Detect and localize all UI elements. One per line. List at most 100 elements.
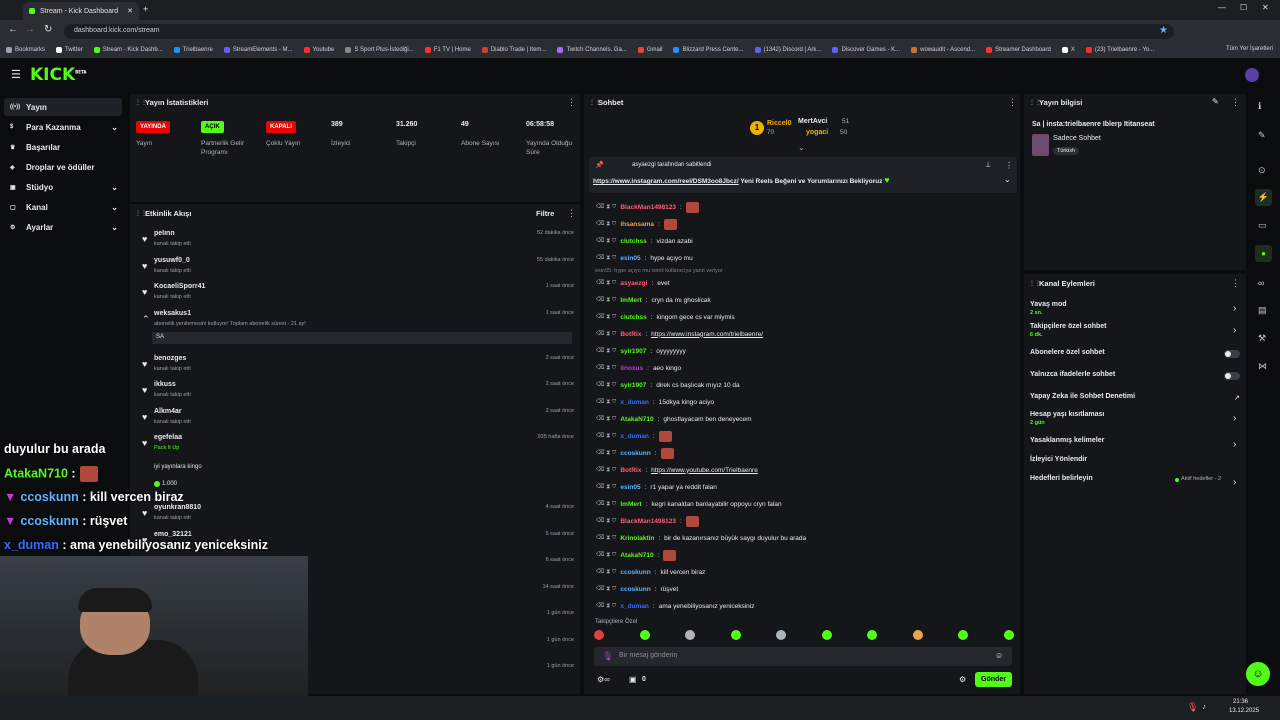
chat-username[interactable]: ImMert bbox=[620, 501, 641, 508]
mod-action-icon[interactable]: ⌫ ⧗ ⛉ bbox=[596, 347, 616, 355]
pinned-menu-icon[interactable]: ⋮ bbox=[1005, 161, 1013, 170]
chat-username[interactable]: ccoskunn bbox=[620, 586, 650, 593]
unpin-icon[interactable]: ⊥ bbox=[985, 161, 991, 169]
activity-username[interactable]: weksakus1 bbox=[154, 310, 191, 317]
emote-icon[interactable] bbox=[912, 630, 923, 640]
channel-action-label[interactable]: Yalnızca ifadelerle sohbet bbox=[1030, 371, 1115, 378]
chat-text[interactable]: https://www.instagram.com/trielbaenre/ bbox=[651, 331, 763, 338]
chat-bubble-icon[interactable]: ● bbox=[1255, 245, 1272, 262]
mic-tray-icon[interactable]: 🎙 bbox=[1187, 702, 1198, 713]
activity-username[interactable]: ikkuss bbox=[154, 381, 176, 388]
emote-icon[interactable] bbox=[958, 630, 969, 640]
activity-username[interactable]: egefelaa bbox=[154, 434, 182, 441]
bookmark-item[interactable]: F1 TV | Home bbox=[424, 47, 471, 53]
channel-action-label[interactable]: Yasaklanmış kelimeler bbox=[1030, 437, 1104, 444]
chat-username[interactable]: ilnoxus bbox=[620, 365, 643, 372]
toggle-switch[interactable] bbox=[1224, 372, 1240, 380]
activity-menu-icon[interactable]: ⋮ bbox=[567, 208, 576, 219]
bookmark-item[interactable]: Youtube bbox=[303, 47, 334, 53]
chat-username[interactable]: syir1907 bbox=[620, 382, 646, 389]
mod-action-icon[interactable]: ⌫ ⧗ ⛉ bbox=[596, 534, 616, 542]
bookmark-item[interactable]: Twitch Channels, Ga... bbox=[557, 47, 627, 53]
nodes-icon[interactable]: ⋈ bbox=[1258, 361, 1267, 372]
bookmark-item[interactable]: (1342) Discord | Ark... bbox=[754, 47, 821, 53]
bookmark-item[interactable]: StreamElements - M... bbox=[223, 47, 293, 53]
pinned-link[interactable]: https://www.instagram.com/reel/DSM3oo8Jb… bbox=[593, 178, 739, 185]
link-icon[interactable]: ∞ bbox=[1258, 278, 1264, 288]
bookmark-item[interactable]: Twitter bbox=[56, 47, 83, 53]
emoji-icon[interactable]: ☺ bbox=[995, 651, 1003, 660]
emote-icon[interactable] bbox=[867, 630, 878, 640]
bookmark-item[interactable]: Streamer Dashboard bbox=[986, 47, 1051, 53]
pinned-expand-icon[interactable]: ⌄ bbox=[1004, 175, 1011, 184]
activity-username[interactable]: pelinn bbox=[154, 230, 175, 237]
mod-tools-icon[interactable]: ⚙∞ bbox=[597, 675, 610, 684]
external-link-icon[interactable]: ↗ bbox=[1234, 394, 1240, 402]
menu-icon[interactable]: ☰ bbox=[11, 68, 21, 81]
mod-action-icon[interactable]: ⌫ ⧗ ⛉ bbox=[596, 483, 616, 491]
bookmark-item[interactable]: Discover Games - K... bbox=[832, 47, 900, 53]
bookmark-item[interactable]: Blizzard Press Cente... bbox=[673, 47, 744, 53]
emote-icon[interactable] bbox=[821, 630, 832, 640]
all-bookmarks[interactable]: Tüm Yer İşaretleri bbox=[1226, 46, 1273, 52]
sidebar-item-3[interactable]: ◈ Droplar ve ödüller bbox=[4, 158, 122, 176]
bookmark-item[interactable]: Diablo Trade | Item... bbox=[481, 47, 546, 53]
mod-action-icon[interactable]: ⌫ ⧗ ⛉ bbox=[596, 517, 616, 525]
mod-action-icon[interactable]: ⌫ ⧗ ⛉ bbox=[596, 279, 616, 287]
sidebar-item-1[interactable]: $ Para Kazanma ⌄ bbox=[4, 118, 122, 136]
chat-username[interactable]: esin05 bbox=[620, 255, 640, 262]
stats-menu-icon[interactable]: ⋮ bbox=[567, 97, 576, 108]
chevron-right-icon[interactable]: › bbox=[1233, 325, 1236, 336]
close-tab-icon[interactable]: ✕ bbox=[127, 7, 133, 15]
emote-icon[interactable] bbox=[639, 630, 650, 640]
forward-icon[interactable]: → bbox=[25, 24, 35, 35]
bookmark-item[interactable]: S Sport Plus-İstediği... bbox=[345, 47, 414, 53]
mod-action-icon[interactable]: ⌫ ⧗ ⛉ bbox=[596, 500, 616, 508]
bookmark-item[interactable]: X bbox=[1061, 47, 1075, 53]
mod-action-icon[interactable]: ⌫ ⧗ ⛉ bbox=[596, 237, 616, 245]
sidebar-item-2[interactable]: ♛ Başarılar bbox=[4, 138, 122, 156]
chevron-right-icon[interactable]: › bbox=[1233, 439, 1236, 450]
send-button[interactable]: Gönder bbox=[975, 672, 1012, 687]
points-icon[interactable]: ▣ bbox=[629, 675, 637, 684]
chevron-right-icon[interactable]: › bbox=[1233, 477, 1236, 488]
chat-settings-icon[interactable]: ⚙ bbox=[959, 675, 966, 684]
calendar-icon[interactable]: ▤ bbox=[1258, 305, 1267, 316]
channel-action-label[interactable]: Yavaş mod bbox=[1030, 301, 1067, 308]
channel-actions-menu-icon[interactable]: ⋮ bbox=[1231, 278, 1240, 289]
bookmark-item[interactable]: Gmail bbox=[637, 47, 662, 53]
mod-action-icon[interactable]: ⌫ ⧗ ⛉ bbox=[596, 220, 616, 228]
mod-action-icon[interactable]: ⌫ ⧗ ⛉ bbox=[596, 466, 616, 474]
chat-username[interactable]: AtakaN710 bbox=[620, 552, 653, 559]
mod-action-icon[interactable]: ⌫ ⧗ ⛉ bbox=[596, 381, 616, 389]
chat-username[interactable]: asyaezgi bbox=[620, 280, 647, 287]
mod-action-icon[interactable]: ⌫ ⧗ ⛉ bbox=[596, 364, 616, 372]
address-bar[interactable]: dashboard.kick.com/stream bbox=[64, 24, 1174, 39]
chat-username[interactable]: x_duman bbox=[620, 433, 649, 440]
activity-username[interactable]: KocaeliSporr41 bbox=[154, 283, 205, 290]
chat-username[interactable]: syir1907 bbox=[620, 348, 646, 355]
drag-handle-icon[interactable]: ⋮⋮ bbox=[1029, 99, 1041, 106]
chat-username[interactable]: clutchss bbox=[620, 314, 646, 321]
channel-action-label[interactable]: İzleyici Yönlendir bbox=[1030, 456, 1087, 463]
mod-action-icon[interactable]: ⌫ ⧗ ⛉ bbox=[596, 432, 616, 440]
support-chat-icon[interactable]: ☺ bbox=[1246, 662, 1270, 686]
sidebar-item-0[interactable]: ((•)) Yayın bbox=[4, 98, 122, 116]
stream-info-menu-icon[interactable]: ⋮ bbox=[1231, 97, 1240, 108]
expand-chevron-icon[interactable]: ⌄ bbox=[798, 143, 805, 152]
chat-username[interactable]: BotRix bbox=[620, 467, 641, 474]
reload-icon[interactable]: ↻ bbox=[44, 24, 52, 35]
clip-icon[interactable]: ▭ bbox=[1258, 220, 1267, 231]
maximize-icon[interactable]: ☐ bbox=[1240, 3, 1247, 12]
mod-action-icon[interactable]: ⌫ ⧗ ⛉ bbox=[596, 415, 616, 423]
bookmark-item[interactable]: (23) Trielbaenre - Yo... bbox=[1085, 47, 1154, 53]
chat-username[interactable]: ihsansama bbox=[620, 221, 654, 228]
chat-username[interactable]: AtakaN710 bbox=[620, 416, 653, 423]
channel-action-label[interactable]: Hesap yaşı kısıtlaması bbox=[1030, 411, 1104, 418]
bookmark-item[interactable]: Stream - Kick Dashb... bbox=[93, 47, 163, 53]
mod-action-icon[interactable]: ⌫ ⧗ ⛉ bbox=[596, 313, 616, 321]
emote-icon[interactable] bbox=[685, 630, 696, 640]
chat-username[interactable]: ImMert bbox=[620, 297, 641, 304]
bookmark-item[interactable]: Bookmarks bbox=[6, 47, 45, 53]
drag-handle-icon[interactable]: ⋮⋮ bbox=[135, 99, 147, 106]
